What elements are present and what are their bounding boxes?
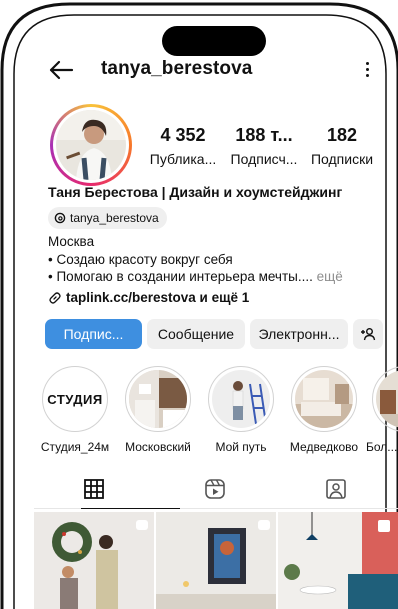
post-thumbnail[interactable] bbox=[34, 512, 154, 609]
profile-tabs bbox=[34, 468, 398, 509]
bio-line-1: • Создаю красоту вокруг себя bbox=[48, 251, 233, 267]
avatar-story-ring[interactable] bbox=[50, 104, 132, 186]
stat-following-value: 182 bbox=[326, 125, 358, 145]
highlight-label: Мой путь bbox=[215, 440, 267, 454]
stat-posts[interactable]: 4 352 Публика... bbox=[148, 124, 218, 168]
link-icon bbox=[49, 291, 61, 304]
highlight-label: Московский bbox=[125, 440, 191, 454]
avatar bbox=[56, 110, 126, 180]
threads-icon bbox=[54, 212, 66, 224]
posts-grid bbox=[34, 512, 398, 609]
grid-icon[interactable] bbox=[83, 478, 105, 500]
stat-following[interactable]: 182 Подписки bbox=[306, 124, 378, 168]
profile-full-name: Таня Берестова | Дизайн и хоумстейджинг bbox=[48, 184, 343, 200]
post-thumbnail[interactable] bbox=[278, 512, 398, 609]
highlight-ring bbox=[291, 366, 357, 432]
message-button[interactable]: Сообщение bbox=[147, 319, 245, 349]
back-arrow-icon[interactable] bbox=[48, 58, 74, 82]
profile-username: tanya_berestova bbox=[101, 58, 253, 79]
suggest-people-button[interactable] bbox=[353, 319, 383, 349]
bio-link[interactable]: taplink.cc/berestova и ещё 1 bbox=[48, 290, 249, 305]
reels-icon[interactable] bbox=[204, 478, 226, 500]
highlight-cover bbox=[376, 370, 398, 428]
highlight-my-path[interactable]: Мой путь bbox=[206, 366, 276, 454]
highlight-cover: СТУДИЯ bbox=[46, 370, 104, 428]
highlight-ring bbox=[125, 366, 191, 432]
highlight-label: Бол... bbox=[366, 440, 398, 454]
bio-line-2-text: • Помогаю в создании интерьера мечты.... bbox=[48, 269, 313, 284]
stat-followers-value: 188 т... bbox=[235, 125, 293, 145]
highlight-cover-text: СТУДИЯ bbox=[47, 391, 103, 407]
highlight-ring: СТУДИЯ bbox=[42, 366, 108, 432]
bio-more-link[interactable]: ещё bbox=[313, 269, 343, 284]
stat-posts-value: 4 352 bbox=[160, 125, 206, 145]
dynamic-island bbox=[162, 26, 266, 56]
highlight-ring bbox=[372, 366, 398, 432]
bio-line-2: • Помогаю в создании интерьера мечты....… bbox=[48, 268, 378, 286]
email-button[interactable]: Электронн... bbox=[250, 319, 348, 349]
highlight-medvedkovo[interactable]: Медведково bbox=[289, 366, 359, 454]
stat-following-label: Подписки bbox=[310, 151, 374, 167]
highlight-cover bbox=[129, 370, 187, 428]
bio-link-text: taplink.cc/berestova и ещё 1 bbox=[66, 290, 250, 305]
threads-badge[interactable]: tanya_berestova bbox=[48, 207, 167, 229]
active-tab-underline bbox=[81, 508, 180, 509]
stat-posts-label: Публика... bbox=[149, 151, 217, 167]
highlight-cover bbox=[212, 370, 270, 428]
top-bar: tanya_berestova bbox=[48, 56, 378, 84]
bio: Москва • Создаю красоту вокруг себя • По… bbox=[48, 233, 378, 286]
more-options-icon[interactable] bbox=[358, 56, 376, 82]
follow-button[interactable]: Подпис... bbox=[45, 319, 142, 349]
stat-followers-label: Подписч... bbox=[230, 151, 298, 167]
threads-handle: tanya_berestova bbox=[70, 211, 159, 225]
highlight-cover bbox=[295, 370, 353, 428]
add-person-icon bbox=[361, 328, 376, 341]
highlight-bol[interactable]: Бол... bbox=[366, 366, 398, 454]
highlight-label: Медведково bbox=[289, 440, 359, 454]
highlight-moskovsky[interactable]: Московский bbox=[123, 366, 193, 454]
stat-followers[interactable]: 188 т... Подписч... bbox=[226, 124, 302, 168]
highlight-label: Студия_24м bbox=[40, 440, 110, 454]
highlight-ring bbox=[208, 366, 274, 432]
tagged-icon[interactable] bbox=[325, 478, 347, 500]
post-thumbnail[interactable] bbox=[156, 512, 276, 609]
bio-line-location: Москва bbox=[48, 234, 95, 249]
highlight-studio[interactable]: СТУДИЯ Студия_24м bbox=[40, 366, 110, 454]
